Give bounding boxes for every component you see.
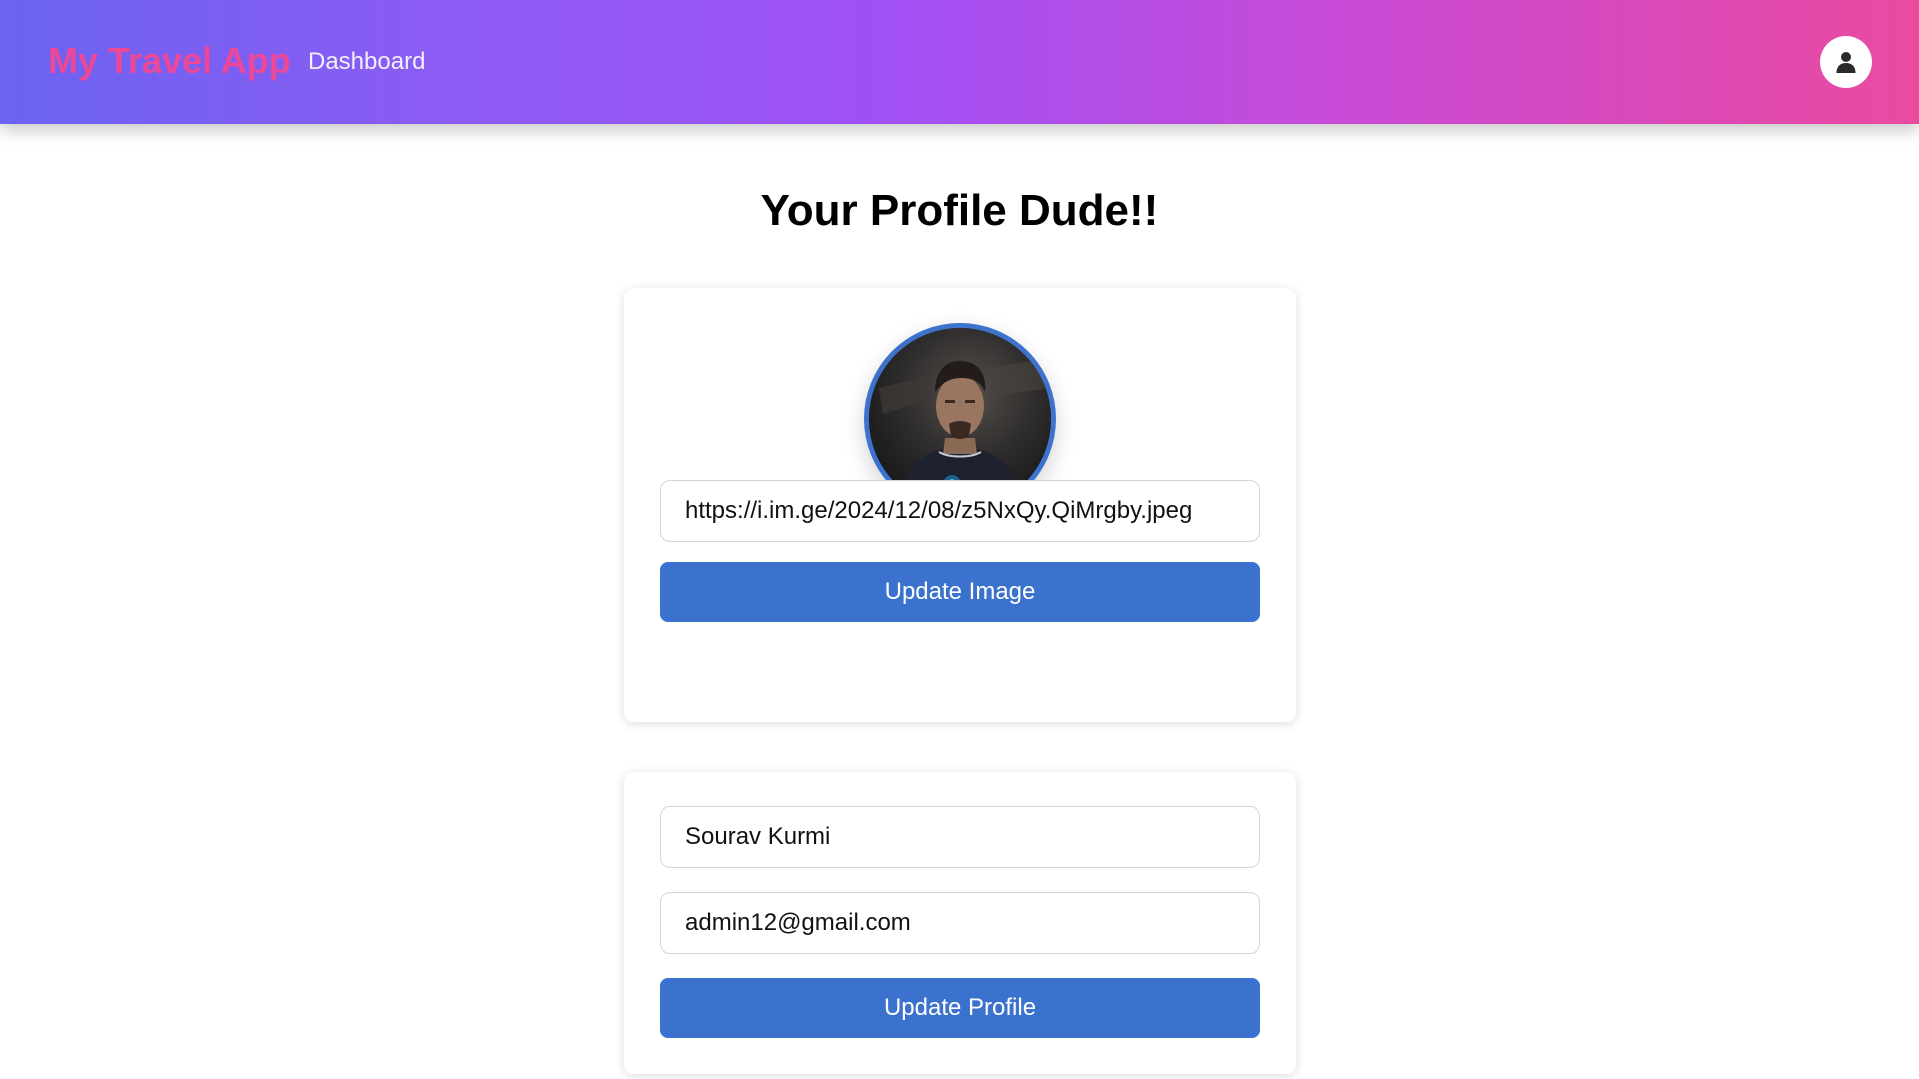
name-input[interactable] bbox=[660, 806, 1260, 868]
user-menu-button[interactable] bbox=[1820, 36, 1872, 88]
update-image-button[interactable]: Update Image bbox=[660, 562, 1260, 622]
brand-logo-link[interactable]: My Travel App bbox=[48, 40, 291, 82]
page-title: Your Profile Dude!! bbox=[760, 186, 1159, 235]
profile-image-card: Update Image bbox=[624, 288, 1296, 722]
user-icon bbox=[1836, 52, 1856, 73]
nav-link-dashboard[interactable]: Dashboard bbox=[308, 48, 425, 76]
top-navbar: My Travel App Dashboard bbox=[0, 0, 1919, 124]
image-url-input[interactable] bbox=[660, 480, 1260, 542]
email-input[interactable] bbox=[660, 892, 1260, 954]
update-profile-button[interactable]: Update Profile bbox=[660, 978, 1260, 1038]
profile-details-card: Update Profile bbox=[624, 772, 1296, 1074]
